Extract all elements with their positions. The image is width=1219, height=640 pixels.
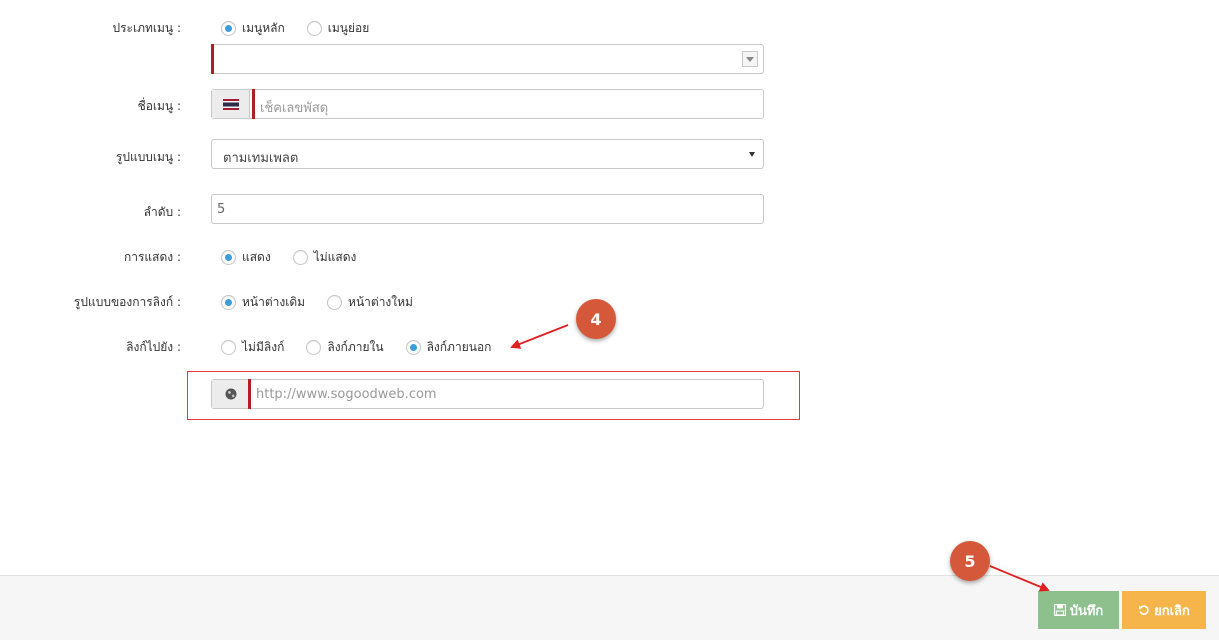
link-format-label: รูปแบบของการลิงก์ : [73, 295, 181, 309]
step-5-badge: 5 [950, 541, 990, 581]
display-radio-group: แสดง ไม่แสดง [221, 248, 378, 267]
order-label: ลำดับ : [143, 205, 181, 219]
dropdown-arrow-icon[interactable] [742, 51, 758, 67]
radio-internal-link-indicator[interactable] [306, 340, 322, 355]
footer-bar [0, 575, 1219, 640]
radio-external-link-label: ลิงก์ภายนอก [426, 340, 492, 354]
order-input[interactable]: 5 [211, 194, 764, 224]
radio-internal-link-label: ลิงก์ภายใน [327, 340, 384, 354]
radio-sub-menu-label: เมนูย่อย [327, 21, 370, 35]
link-to-label: ลิงก์ไปยัง : [126, 340, 181, 354]
radio-sub-menu-indicator[interactable] [306, 21, 322, 36]
menu-format-selected: ตามเทมเพลต [223, 151, 299, 166]
radio-sub-menu[interactable]: เมนูย่อย [306, 19, 370, 38]
language-flag-addon[interactable] [212, 90, 250, 118]
radio-no-link-label: ไม่มีลิงก์ [242, 340, 285, 354]
order-value: 5 [217, 202, 226, 217]
radio-new-window[interactable]: หน้าต่างใหม่ [327, 293, 413, 312]
menu-name-label: ชื่อเมนู : [137, 99, 181, 113]
radio-hide-indicator[interactable] [292, 250, 308, 265]
radio-internal-link[interactable]: ลิงก์ภายใน [306, 338, 384, 357]
radio-main-menu-label: เมนูหลัก [242, 21, 285, 35]
required-indicator [248, 379, 251, 409]
menu-format-label: รูปแบบเมนู : [115, 150, 181, 164]
step4-arrow [510, 324, 569, 349]
radio-same-window-indicator[interactable] [221, 295, 236, 310]
globe-icon [225, 388, 236, 400]
radio-hide[interactable]: ไม่แสดง [292, 248, 357, 267]
radio-same-window[interactable]: หน้าต่างเดิม [221, 293, 305, 312]
radio-no-link-indicator[interactable] [221, 340, 236, 355]
radio-main-menu[interactable]: เมนูหลัก [221, 19, 285, 38]
radio-show[interactable]: แสดง [221, 248, 271, 267]
radio-external-link-indicator[interactable] [405, 340, 421, 355]
save-button-label: บันทึก [1069, 603, 1104, 619]
menu-type-radio-group: เมนูหลัก เมนูย่อย [221, 19, 391, 38]
menu-format-select[interactable]: ตามเทมเพลต [211, 139, 764, 169]
link-format-radio-group: หน้าต่างเดิม หน้าต่างใหม่ [221, 293, 435, 312]
floppy-icon [1053, 604, 1066, 616]
url-input[interactable]: http://www.sogoodweb.com [211, 379, 764, 409]
radio-same-window-label: หน้าต่างเดิม [242, 295, 306, 309]
required-indicator [252, 89, 255, 119]
link-to-radio-group: ไม่มีลิงก์ ลิงก์ภายใน ลิงก์ภายนอก [221, 338, 513, 357]
radio-show-indicator[interactable] [221, 250, 236, 265]
cancel-button[interactable]: ยกเลิก [1122, 591, 1206, 629]
menu-name-placeholder: เช็คเลขพัสดุ [260, 101, 329, 116]
dropdown-arrow-icon[interactable] [749, 152, 755, 157]
menu-type-label: ประเภทเมนู : [112, 21, 181, 35]
undo-icon [1138, 604, 1150, 616]
display-label: การแสดง : [123, 250, 181, 264]
url-addon [212, 380, 250, 408]
url-placeholder: http://www.sogoodweb.com [256, 387, 437, 402]
parent-menu-select[interactable] [211, 44, 764, 74]
save-button[interactable]: บันทึก [1038, 591, 1119, 629]
thai-flag-icon [222, 98, 239, 110]
step-4-badge: 4 [576, 299, 616, 339]
radio-new-window-label: หน้าต่างใหม่ [348, 295, 413, 309]
radio-no-link[interactable]: ไม่มีลิงก์ [221, 338, 284, 357]
radio-external-link[interactable]: ลิงก์ภายนอก [405, 338, 492, 357]
radio-hide-label: ไม่แสดง [313, 250, 357, 264]
cancel-button-label: ยกเลิก [1154, 603, 1190, 619]
menu-name-input[interactable]: เช็คเลขพัสดุ [211, 89, 764, 119]
radio-show-label: แสดง [242, 250, 271, 264]
radio-main-menu-indicator[interactable] [221, 21, 236, 36]
radio-new-window-indicator[interactable] [327, 295, 343, 310]
required-indicator [211, 44, 214, 74]
